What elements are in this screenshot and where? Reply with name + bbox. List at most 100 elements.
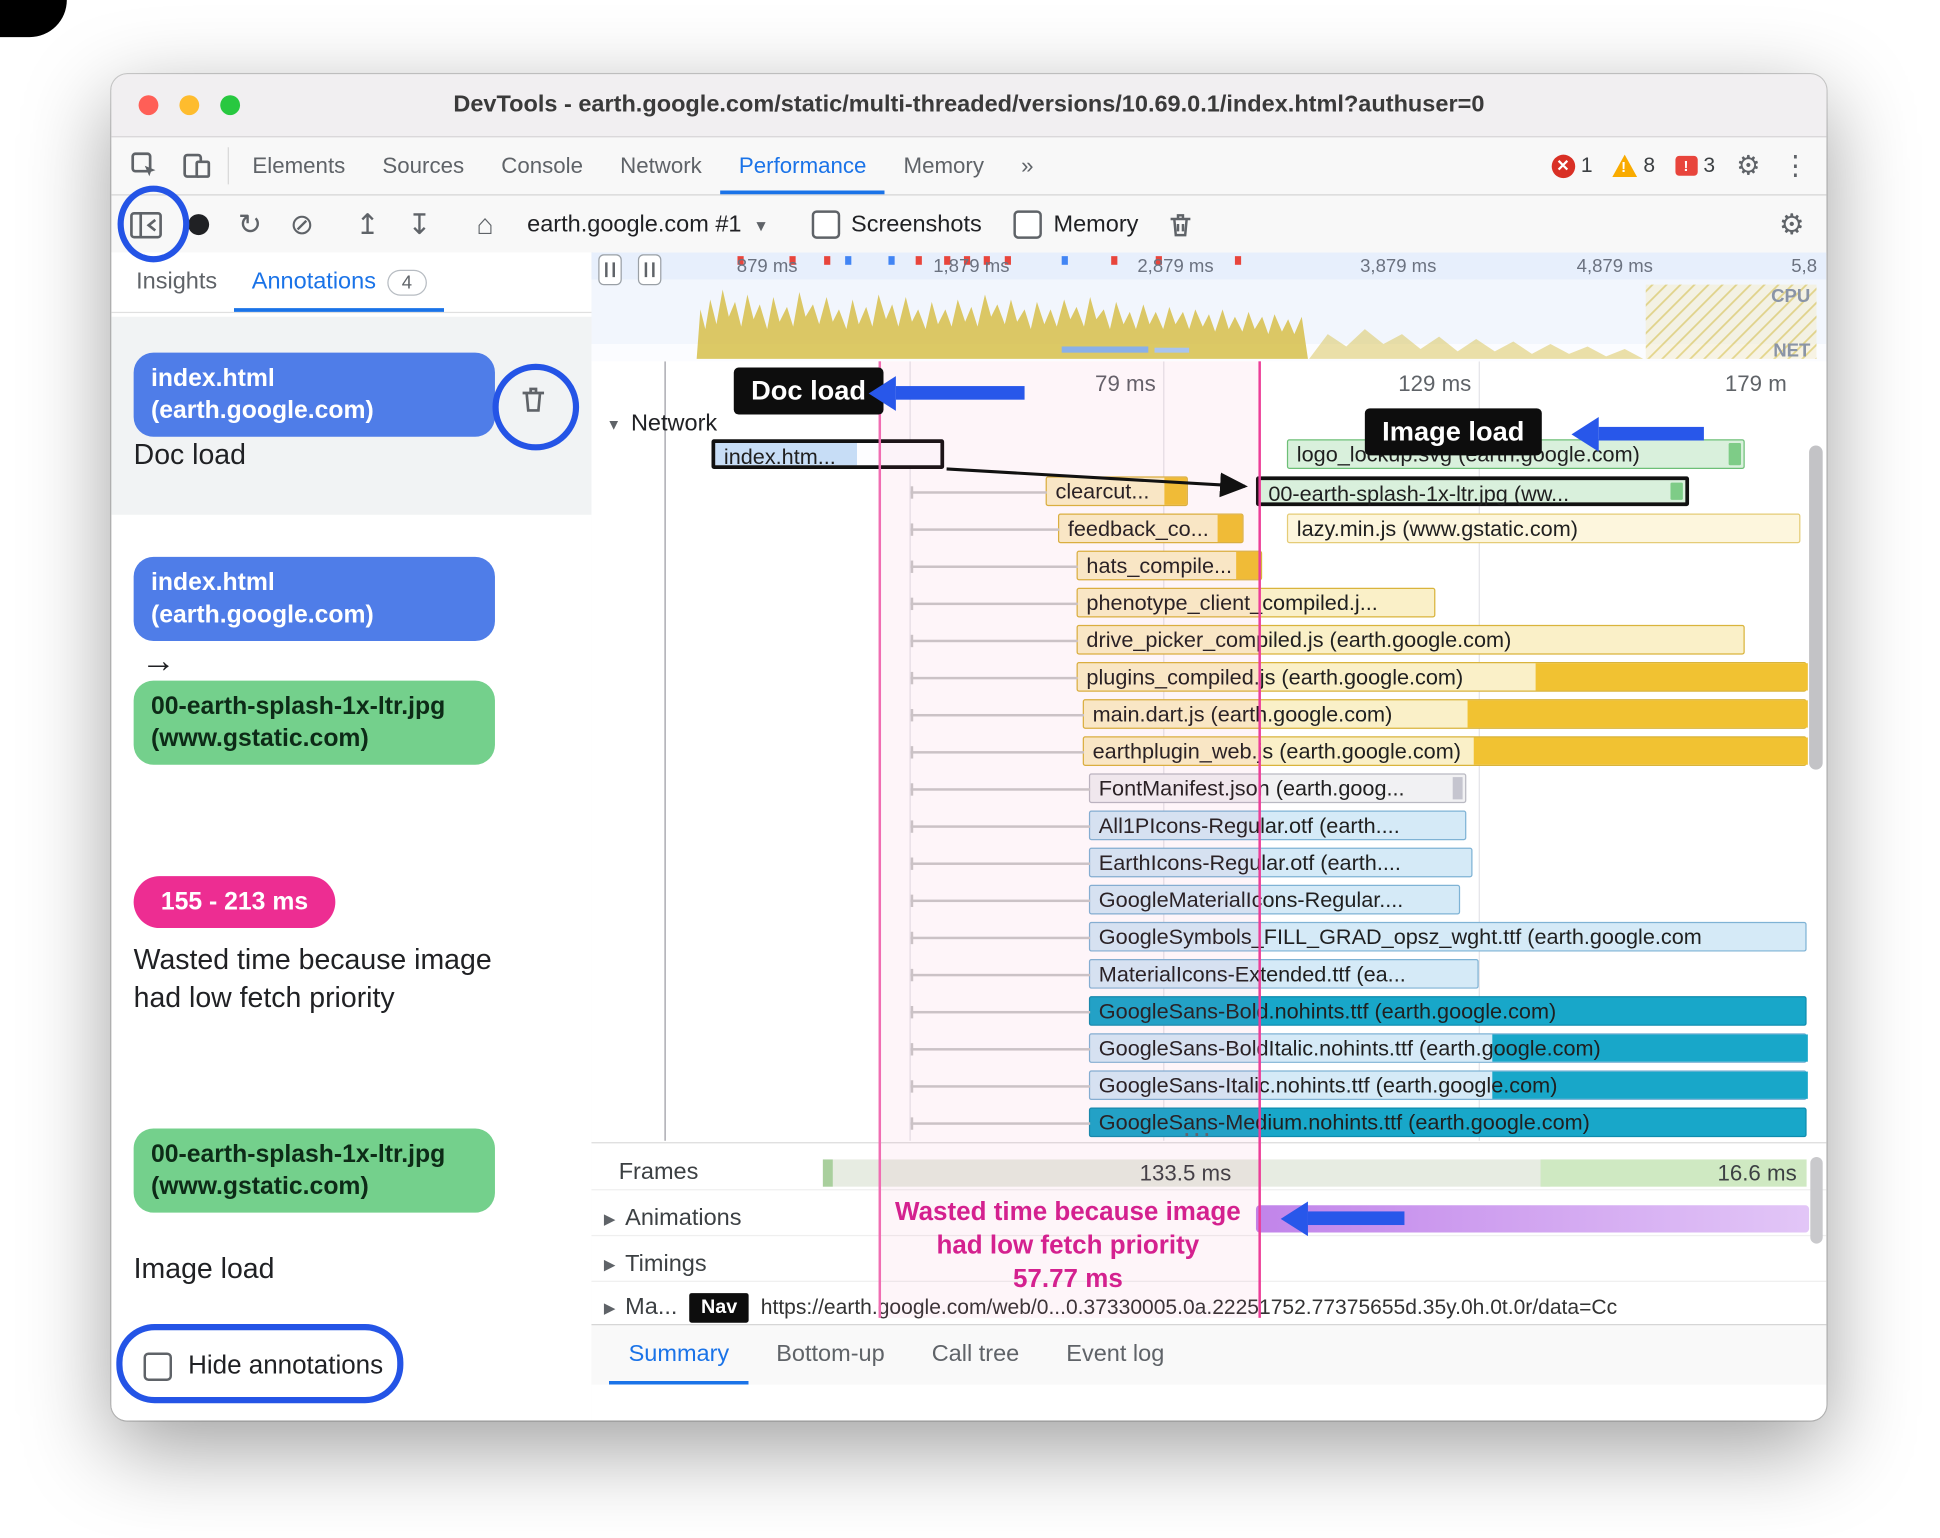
save-profile-button[interactable]: ↧ xyxy=(395,201,444,248)
track-boundary-line[interactable] xyxy=(664,361,666,1141)
tab-summary[interactable]: Summary xyxy=(609,1325,749,1384)
image-load-callout: Image load xyxy=(1364,408,1542,456)
ruler-label: 2,879 ms xyxy=(1137,255,1213,276)
main-thread-track[interactable]: ▶ Ma... Nav https://earth.google.com/web… xyxy=(591,1292,1827,1326)
settings-gear-icon[interactable]: ⚙ xyxy=(1725,137,1772,194)
annotation-link-to-pill[interactable]: 00-earth-splash-1x-ltr.jpg (www.gstatic.… xyxy=(133,680,495,765)
network-request-bar[interactable]: EarthIcons-Regular.otf (earth.... xyxy=(910,847,1473,878)
memory-checkbox[interactable] xyxy=(1013,210,1043,239)
request-whisker xyxy=(910,1043,1091,1056)
reload-and-record-button[interactable]: ↻ xyxy=(225,201,274,248)
network-request-bar[interactable]: main.dart.js (earth.google.com) xyxy=(910,699,1808,729)
network-request-bar[interactable]: phenotype_client_compiled.j... xyxy=(910,587,1436,618)
minimize-window-button[interactable] xyxy=(179,95,200,116)
annotations-tab-label: Annotations xyxy=(251,268,376,295)
network-request-bar[interactable]: GoogleSymbols_FILL_GRAD_opsz_wght.ttf (e… xyxy=(910,921,1807,952)
more-requests-ellipsis[interactable]: ... xyxy=(1183,1111,1213,1141)
tracks-scrollbar-thumb[interactable] xyxy=(1810,1156,1823,1244)
panel-settings-gear-icon[interactable]: ⚙ xyxy=(1767,201,1816,248)
network-request-label: GoogleSymbols_FILL_GRAD_opsz_wght.ttf (e… xyxy=(1098,924,1702,950)
warnings-badge[interactable]: ! 8 xyxy=(1603,137,1665,194)
collect-garbage-button[interactable] xyxy=(1156,201,1205,248)
frames-track[interactable]: Frames 133.5 ms 16.6 ms xyxy=(591,1157,1827,1191)
annotation-pill-splash-image[interactable]: 00-earth-splash-1x-ltr.jpg (www.gstatic.… xyxy=(133,1128,495,1213)
issues-badge[interactable]: ! 3 xyxy=(1665,137,1725,194)
network-request-bar[interactable]: earthplugin_web.js (earth.google.com) xyxy=(910,736,1808,766)
network-request-bar[interactable]: MaterialIcons-Extended.ttf (ea... xyxy=(910,958,1479,989)
network-request-bar[interactable]: GoogleMaterialIcons-Regular.... xyxy=(910,884,1461,915)
annotation-pill-index-html[interactable]: index.html (earth.google.com) xyxy=(133,352,495,437)
network-request-bar[interactable]: GoogleSans-Bold.nohints.ttf (earth.googl… xyxy=(910,996,1807,1026)
tab-bottom-up[interactable]: Bottom-up xyxy=(756,1325,904,1384)
request-whisker xyxy=(910,1006,1091,1019)
expand-triangle-icon[interactable]: ▶ xyxy=(604,1299,615,1316)
grid-time-label: 79 ms xyxy=(1095,371,1156,396)
performance-toolbar: ↻ ⊘ ↥ ↧ ⌂ earth.google.com #1 ▾ Screensh… xyxy=(111,195,1827,255)
main-thread-track-label: Ma... xyxy=(625,1294,678,1321)
tab-event-log[interactable]: Event log xyxy=(1046,1325,1184,1384)
network-request-bar[interactable]: feedback_co... xyxy=(910,513,1244,544)
device-toolbar-icon[interactable] xyxy=(171,137,223,194)
network-request-bar[interactable]: GoogleSans-BoldItalic.nohints.ttf (earth… xyxy=(910,1033,1808,1063)
issues-icon: ! xyxy=(1674,155,1698,176)
tab-memory[interactable]: Memory xyxy=(885,137,1003,194)
tab-insights[interactable]: Insights xyxy=(119,252,235,311)
network-request-bar[interactable]: drive_picker_compiled.js (earth.google.c… xyxy=(910,624,1745,655)
network-request-label: GoogleSans-BoldItalic.nohints.ttf (earth… xyxy=(1098,1035,1601,1061)
timeline-overview[interactable]: 879 ms 1,879 ms 2,879 ms 3,879 ms 4,879 … xyxy=(591,252,1827,362)
annotation-link-from-pill[interactable]: index.html (earth.google.com) xyxy=(133,556,495,641)
range-handle-right[interactable] xyxy=(637,254,662,286)
network-request-label: All1PIcons-Regular.otf (earth.... xyxy=(1098,812,1400,838)
home-button[interactable]: ⌂ xyxy=(460,201,509,248)
waterfall-scrollbar[interactable] xyxy=(1809,369,1823,1124)
tab-network[interactable]: Network xyxy=(602,137,721,194)
expand-triangle-icon[interactable]: ▶ xyxy=(604,1210,615,1227)
toggle-sidebar-button[interactable] xyxy=(121,201,170,248)
tab-console[interactable]: Console xyxy=(483,137,602,194)
inspect-element-icon[interactable] xyxy=(119,137,171,194)
network-request-bar[interactable]: hats_compile... xyxy=(910,550,1263,581)
annotation-range-pill[interactable]: 155 - 213 ms xyxy=(133,876,336,929)
network-request-bar[interactable]: 00-earth-splash-1x-ltr.jpg (ww... xyxy=(1255,476,1690,507)
network-request-bar[interactable]: index.htm... xyxy=(711,439,945,469)
network-request-bar[interactable]: plugins_compiled.js (earth.google.com) xyxy=(910,662,1808,692)
scrollbar-thumb[interactable] xyxy=(1809,445,1823,770)
memory-checkbox-row[interactable]: Memory xyxy=(999,210,1153,239)
network-request-bar[interactable]: lazy.min.js (www.gstatic.com) xyxy=(1286,513,1801,544)
network-request-bar[interactable]: clearcut... xyxy=(910,476,1188,507)
ruler-label: 1,879 ms xyxy=(933,255,1009,276)
animations-track-label: Animations xyxy=(625,1205,742,1232)
more-tabs-button[interactable]: » xyxy=(1003,137,1053,194)
network-request-bar[interactable]: All1PIcons-Regular.otf (earth.... xyxy=(910,810,1467,841)
tab-performance[interactable]: Performance xyxy=(720,137,885,194)
tab-call-tree[interactable]: Call tree xyxy=(912,1325,1039,1384)
tab-sources[interactable]: Sources xyxy=(364,137,483,194)
ruler-label: 879 ms xyxy=(737,255,798,276)
record-icon xyxy=(187,214,209,236)
tab-annotations[interactable]: Annotations 4 xyxy=(234,252,444,311)
hide-annotations-checkbox[interactable] xyxy=(143,1351,172,1381)
errors-badge[interactable]: ✕ 1 xyxy=(1541,137,1602,194)
load-profile-button[interactable]: ↥ xyxy=(343,201,392,248)
ruler-label: 5,8 xyxy=(1791,255,1817,276)
network-request-bar[interactable]: FontManifest.json (earth.goog... xyxy=(910,773,1467,804)
close-window-button[interactable] xyxy=(138,95,159,116)
request-whisker xyxy=(910,634,1078,648)
range-handle-left[interactable] xyxy=(598,254,622,286)
network-request-bar[interactable]: GoogleSans-Italic.nohints.ttf (earth.goo… xyxy=(910,1070,1808,1101)
hide-annotations-row[interactable]: Hide annotations xyxy=(143,1351,383,1381)
clear-button[interactable]: ⊘ xyxy=(277,201,326,248)
delete-annotation-button[interactable] xyxy=(510,376,557,423)
screenshots-checkbox[interactable] xyxy=(811,210,840,239)
net-label: NET xyxy=(1773,339,1811,360)
zoom-window-button[interactable] xyxy=(220,95,241,116)
screenshots-checkbox-row[interactable]: Screenshots xyxy=(797,210,997,239)
record-button[interactable] xyxy=(173,201,222,248)
network-track-header[interactable]: ▼ Network xyxy=(606,411,717,438)
expand-triangle-icon[interactable]: ▶ xyxy=(604,1256,615,1273)
screenshots-label: Screenshots xyxy=(851,210,982,237)
request-whisker xyxy=(910,857,1091,870)
target-selector[interactable]: earth.google.com #1 ▾ xyxy=(512,211,780,238)
tab-elements[interactable]: Elements xyxy=(234,137,364,194)
kebab-menu-icon[interactable]: ⋮ xyxy=(1772,137,1819,194)
